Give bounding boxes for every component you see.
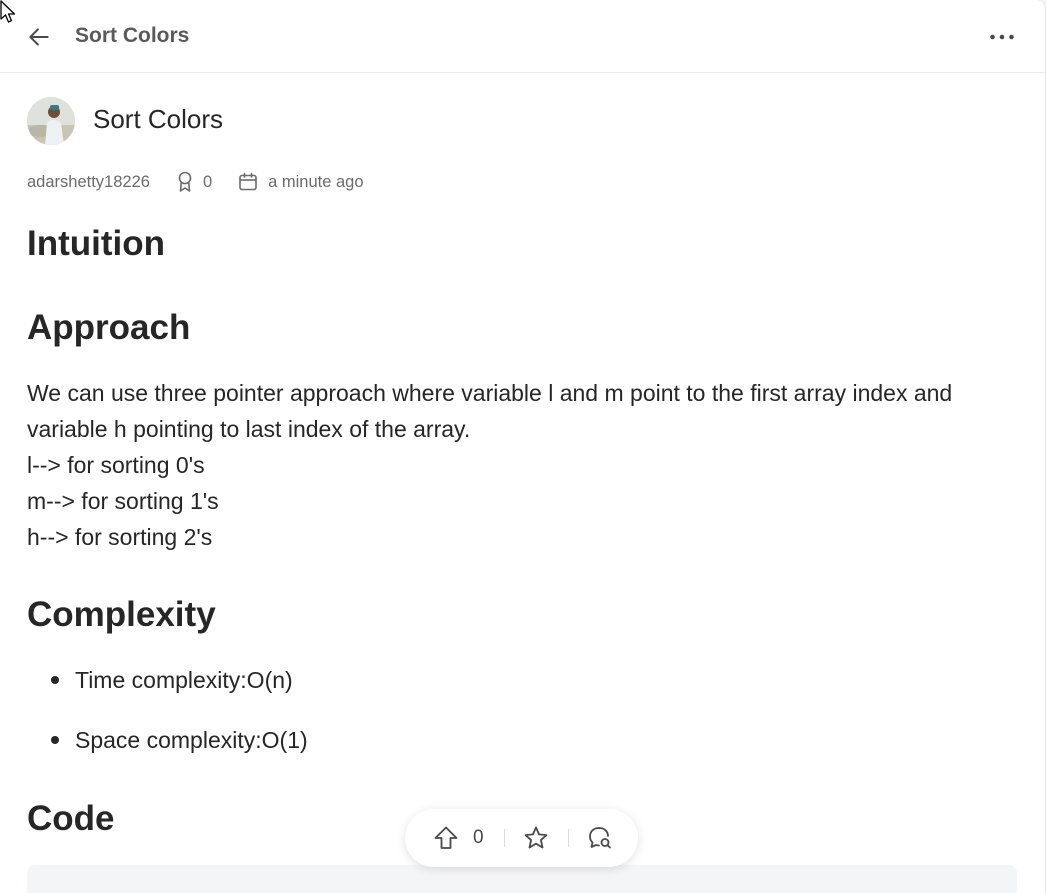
approach-line: We can use three pointer approach where … bbox=[27, 380, 953, 406]
divider bbox=[568, 829, 569, 847]
post-time: a minute ago bbox=[268, 172, 364, 191]
arrow-up-icon bbox=[434, 826, 458, 849]
favorite-button[interactable] bbox=[523, 825, 549, 851]
solution-page: Sort Colors Sort Colors adarshetty18226 bbox=[0, 0, 1046, 893]
approach-line: m--> for sorting 1's bbox=[27, 488, 219, 514]
post-title: Sort Colors bbox=[93, 104, 224, 134]
top-bar: Sort Colors bbox=[0, 0, 1045, 73]
upvote-count: 0 bbox=[473, 827, 484, 848]
bullet-icon bbox=[51, 736, 59, 744]
mouse-cursor-icon bbox=[0, 0, 16, 23]
approach-line: l--> for sorting 0's bbox=[27, 452, 205, 478]
award-icon bbox=[178, 171, 192, 192]
more-horizontal-icon bbox=[990, 34, 1014, 40]
action-bar: 0 bbox=[405, 809, 638, 867]
heading-complexity: Complexity bbox=[27, 595, 216, 634]
comment-search-icon bbox=[589, 827, 611, 849]
reputation-count: 0 bbox=[202, 172, 213, 191]
list-item-text: Time complexity:O(n) bbox=[75, 667, 293, 693]
author-name[interactable]: adarshetty18226 bbox=[27, 173, 150, 192]
list-item: Time complexity:O(n) bbox=[27, 662, 308, 722]
header-title: Sort Colors bbox=[75, 24, 190, 47]
complexity-list: Time complexity:O(n) Space complexity:O(… bbox=[27, 662, 308, 782]
back-button[interactable] bbox=[24, 22, 54, 52]
post-meta: adarshetty18226 0 a minute ago bbox=[27, 170, 364, 194]
approach-line: variable h pointing to last index of the… bbox=[27, 416, 471, 442]
divider bbox=[504, 829, 505, 847]
heading-approach: Approach bbox=[27, 308, 191, 347]
upvote-button[interactable]: 0 bbox=[433, 825, 484, 851]
avatar-photo bbox=[27, 97, 75, 145]
list-item: Space complexity:O(1) bbox=[27, 722, 308, 782]
avatar[interactable] bbox=[27, 97, 75, 145]
approach-paragraph: We can use three pointer approach where … bbox=[27, 375, 1012, 555]
arrow-left-icon bbox=[29, 28, 49, 46]
reputation: 0 bbox=[177, 171, 212, 193]
code-block[interactable] bbox=[27, 865, 1017, 893]
calendar-icon bbox=[239, 172, 257, 191]
heading-code: Code bbox=[27, 799, 115, 838]
list-item-text: Space complexity:O(1) bbox=[75, 727, 308, 753]
heading-intuition: Intuition bbox=[27, 224, 166, 263]
post-date: a minute ago bbox=[238, 172, 364, 192]
approach-line: h--> for sorting 2's bbox=[27, 524, 213, 550]
bullet-icon bbox=[51, 676, 59, 684]
comments-button[interactable] bbox=[587, 825, 613, 851]
star-icon bbox=[524, 826, 548, 849]
more-options-button[interactable] bbox=[987, 24, 1017, 50]
